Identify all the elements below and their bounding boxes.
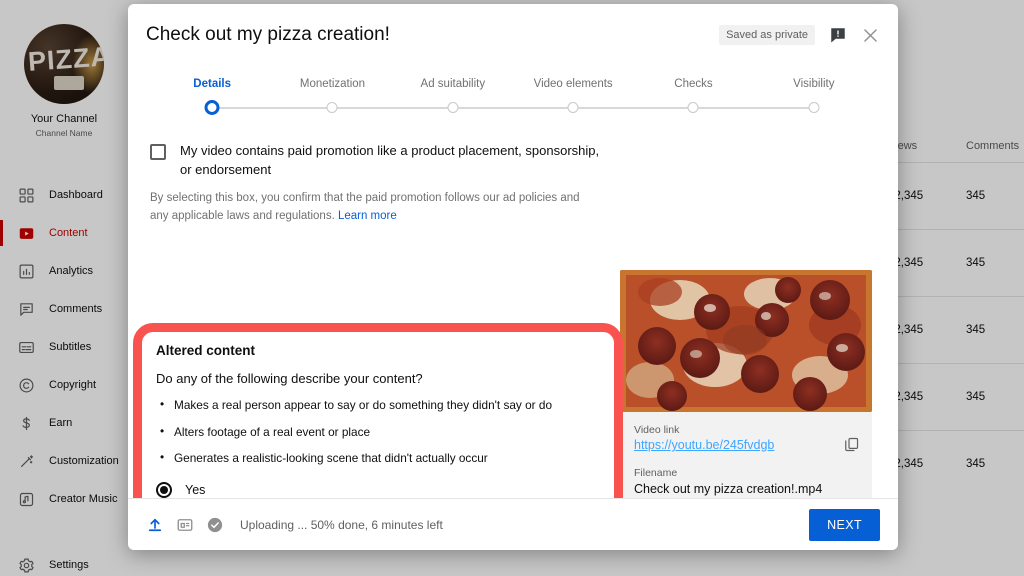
step-dot-icon <box>326 102 338 113</box>
step-label: Details <box>193 78 232 90</box>
altered-content-highlight: Altered content Do any of the following … <box>133 323 623 498</box>
dialog-header-actions: Saved as private <box>719 25 880 45</box>
upload-icon <box>148 518 162 531</box>
video-box-icon <box>177 518 193 531</box>
list-item: Makes a real person appear to say or do … <box>156 396 600 415</box>
step-monetization[interactable]: Monetization <box>272 66 392 120</box>
feedback-button[interactable] <box>829 26 847 44</box>
paid-promotion-checkbox[interactable] <box>150 144 166 160</box>
pepperoni-pizza-thumbnail <box>620 270 872 412</box>
paid-promotion-learn-more-link[interactable]: Learn more <box>338 210 397 222</box>
altered-content-bullets: Makes a real person appear to say or do … <box>156 396 600 468</box>
video-details-dialog: Check out my pizza creation! Saved as pr… <box>128 4 898 550</box>
radio-yes-label: Yes <box>185 482 206 497</box>
step-details[interactable]: Details <box>152 66 272 120</box>
dialog-header: Check out my pizza creation! Saved as pr… <box>128 4 898 66</box>
filename-label: Filename <box>634 467 678 479</box>
step-visibility[interactable]: Visibility <box>754 66 874 120</box>
dialog-footer: Uploading ... 50% done, 6 minutes left N… <box>128 498 898 550</box>
dialog-title: Check out my pizza creation! <box>146 24 390 45</box>
paid-promotion-label: My video contains paid promotion like a … <box>180 143 600 177</box>
next-button[interactable]: NEXT <box>809 508 880 541</box>
step-ad-suitability[interactable]: Ad suitability <box>393 66 513 120</box>
radio-yes[interactable] <box>156 481 172 498</box>
step-dot-icon <box>567 102 579 113</box>
check-circle-icon <box>207 517 223 532</box>
close-icon <box>864 28 877 42</box>
video-link-label: Video link <box>634 424 680 436</box>
video-preview-column: Video link https://youtu.be/245fvdgb Fil… <box>620 270 872 498</box>
step-label: Ad suitability <box>420 78 486 90</box>
altered-content-option-yes[interactable]: Yes <box>156 477 600 498</box>
video-thumbnail[interactable] <box>620 270 872 412</box>
stepper-steps: Details Monetization Ad suitability Vide… <box>152 66 874 120</box>
step-label: Video elements <box>533 78 613 90</box>
copy-icon <box>845 437 859 452</box>
details-form-column: My video contains paid promotion like a … <box>150 120 600 225</box>
list-item: Alters footage of a real event or place <box>156 423 600 442</box>
filename-value: Check out my pizza creation!.mp4 <box>634 482 823 496</box>
altered-content-title: Altered content <box>156 343 256 358</box>
step-label: Checks <box>674 78 713 90</box>
step-label: Monetization <box>299 78 366 90</box>
step-dot-icon <box>204 100 220 115</box>
paid-promotion-helper: By selecting this box, you confirm that … <box>150 190 600 226</box>
paid-promotion-row[interactable]: My video contains paid promotion like a … <box>150 120 600 180</box>
video-link[interactable]: https://youtu.be/245fvdgb <box>634 438 774 452</box>
feedback-icon <box>831 28 845 43</box>
altered-content-section: Altered content Do any of the following … <box>142 332 614 498</box>
list-item: Generates a realistic-looking scene that… <box>156 449 600 468</box>
altered-content-question: Do any of the following describe your co… <box>156 371 423 386</box>
step-checks[interactable]: Checks <box>633 66 753 120</box>
status-badge: Saved as private <box>719 25 815 45</box>
wizard-stepper: Details Monetization Ad suitability Vide… <box>128 66 898 120</box>
step-dot-icon <box>808 102 820 113</box>
step-label: Visibility <box>793 78 835 90</box>
step-dot-icon <box>687 102 699 113</box>
copy-link-button[interactable] <box>843 436 860 453</box>
close-button[interactable] <box>861 26 880 45</box>
step-dot-icon <box>447 102 459 113</box>
step-video-elements[interactable]: Video elements <box>513 66 633 120</box>
video-info-card: Video link https://youtu.be/245fvdgb Fil… <box>620 412 872 498</box>
upload-status-text: Uploading ... 50% done, 6 minutes left <box>240 517 443 532</box>
dialog-body: My video contains paid promotion like a … <box>128 120 898 498</box>
